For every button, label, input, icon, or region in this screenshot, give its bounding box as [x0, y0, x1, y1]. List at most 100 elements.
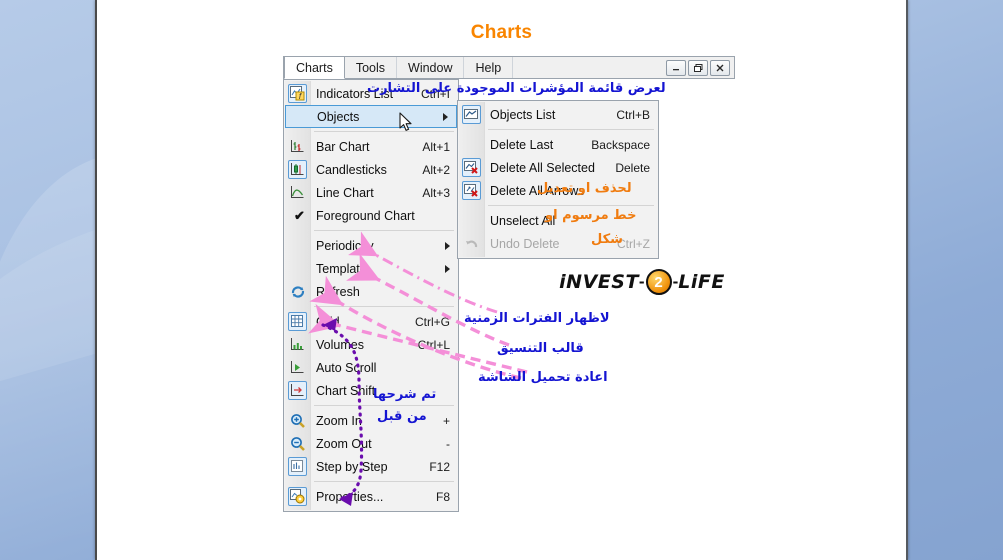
- menu-item-label: Step by Step: [316, 459, 388, 474]
- annotation-template-note: قالب التنسيق: [497, 341, 584, 356]
- menu-item-properties[interactable]: Properties... F8: [284, 485, 458, 508]
- menu-separator: [314, 230, 454, 231]
- logo-right-text: LiFE: [678, 271, 725, 293]
- annotation-explained-note-1: تم شرحها: [373, 387, 437, 402]
- menu-item-label: Bar Chart: [316, 139, 370, 154]
- application-window: Charts Tools Window Help: [283, 56, 735, 80]
- menu-item-label: Foreground Chart: [316, 208, 415, 223]
- annotation-explained-note-2: من قبل: [377, 409, 427, 424]
- submenu-item-label: Undo Delete: [490, 236, 560, 251]
- menu-item-label: Periodicity: [316, 238, 374, 253]
- menu-item-accel: Alt+3: [422, 185, 450, 200]
- minimize-button[interactable]: [666, 59, 686, 76]
- properties-icon: [288, 487, 307, 506]
- menu-item-accel: F8: [435, 489, 450, 504]
- menu-item-accel: Ctrl+L: [417, 337, 450, 352]
- menu-item-refresh[interactable]: Refresh: [284, 280, 458, 303]
- menu-item-label: Objects: [317, 109, 360, 124]
- menu-item-objects[interactable]: Objects: [285, 105, 457, 128]
- chevron-right-icon: [445, 264, 450, 273]
- logo-left-text: iNVEST: [559, 271, 639, 293]
- restore-button[interactable]: [688, 59, 708, 76]
- annotation-indicators-note: لعرض قائمة المؤشرات الموجودة على التشارت: [367, 81, 666, 96]
- delete-arrows-icon: [462, 181, 481, 200]
- menu-item-label: Line Chart: [316, 185, 374, 200]
- menu-item-label: Volumes: [316, 337, 364, 352]
- menubar-item-window[interactable]: Window: [397, 57, 465, 78]
- menubar-item-help[interactable]: Help: [464, 57, 514, 78]
- bar-chart-icon: [288, 137, 307, 156]
- delete-selected-icon: [462, 158, 481, 177]
- objects-submenu: Objects List Ctrl+B Delete Last Backspac…: [457, 100, 659, 259]
- menu-item-label: Candlesticks: [316, 162, 387, 177]
- menu-separator: [314, 131, 454, 132]
- menu-item-label: Refresh: [316, 284, 360, 299]
- submenu-item-objects-list[interactable]: Objects List Ctrl+B: [458, 103, 658, 126]
- menu-item-template[interactable]: Template: [284, 257, 458, 280]
- logo-badge: 2: [645, 269, 672, 295]
- submenu-item-delete-all-selected[interactable]: Delete All Selected Delete: [458, 156, 658, 179]
- menu-item-accel: -: [446, 436, 450, 451]
- submenu-item-label: Objects List: [490, 107, 556, 122]
- annotation-objects-note-2: خط مرسوم او: [545, 208, 637, 223]
- menu-item-volumes[interactable]: Volumes Ctrl+L: [284, 333, 458, 356]
- submenu-item-label: Delete All Selected: [490, 160, 595, 175]
- menu-item-zoom-out[interactable]: Zoom Out -: [284, 432, 458, 455]
- menu-item-line-chart[interactable]: Line Chart Alt+3: [284, 181, 458, 204]
- menu-item-label: Properties...: [316, 489, 384, 504]
- menu-item-zoom-in[interactable]: Zoom In +: [284, 409, 458, 432]
- submenu-item-delete-last[interactable]: Delete Last Backspace: [458, 133, 658, 156]
- menubar-spacer: [513, 57, 666, 78]
- submenu-item-label: Delete Last: [490, 137, 554, 152]
- menu-separator: [314, 481, 454, 482]
- menu-separator: [488, 129, 654, 130]
- step-by-step-icon: [288, 457, 307, 476]
- line-chart-icon: [288, 183, 307, 202]
- window-controls: [666, 57, 734, 78]
- candlesticks-icon: [288, 160, 307, 179]
- menu-item-label: Grid: [316, 314, 340, 329]
- close-button[interactable]: [710, 59, 730, 76]
- zoom-in-icon: [288, 411, 307, 430]
- menu-item-accel: Ctrl+G: [414, 314, 450, 329]
- undo-icon: [462, 234, 481, 253]
- indicators-list-icon: f: [288, 84, 307, 103]
- refresh-icon: [288, 282, 307, 301]
- chevron-right-icon: [443, 112, 448, 121]
- menu-item-step-by-step[interactable]: Step by Step F12: [284, 455, 458, 478]
- menu-item-label: Zoom Out: [316, 436, 372, 451]
- annotation-objects-note-3: شكل: [591, 232, 623, 247]
- invest-2-life-logo: iNVEST - 2 - LiFE: [559, 269, 725, 295]
- menu-item-label: Auto Scroll: [316, 360, 377, 375]
- submenu-item-accel: Delete: [615, 160, 650, 175]
- menu-item-auto-scroll[interactable]: Auto Scroll: [284, 356, 458, 379]
- menu-item-accel: +: [442, 413, 450, 428]
- menu-separator: [314, 306, 454, 307]
- submenu-item-accel: Ctrl+B: [616, 107, 650, 122]
- objects-list-icon: [462, 105, 481, 124]
- page-title: Charts: [470, 22, 533, 43]
- menu-item-grid[interactable]: Grid Ctrl+G: [284, 310, 458, 333]
- annotation-objects-note-1: لحذف او تعديل: [537, 181, 632, 196]
- volumes-icon: [288, 335, 307, 354]
- menu-item-periodicity[interactable]: Periodicity: [284, 234, 458, 257]
- submenu-item-accel: Backspace: [591, 137, 650, 152]
- menu-separator: [488, 205, 654, 206]
- checkmark-icon: ✔: [294, 207, 305, 223]
- menu-bar: Charts Tools Window Help: [283, 56, 735, 79]
- menu-item-accel: F12: [429, 459, 450, 474]
- menu-item-bar-chart[interactable]: Bar Chart Alt+1: [284, 135, 458, 158]
- menu-item-accel: Alt+1: [422, 139, 450, 154]
- menubar-item-tools[interactable]: Tools: [345, 57, 398, 78]
- menubar-item-charts[interactable]: Charts: [284, 57, 345, 79]
- submenu-item-undo-delete: Undo Delete Ctrl+Z: [458, 232, 658, 255]
- zoom-out-icon: [288, 434, 307, 453]
- auto-scroll-icon: [288, 358, 307, 377]
- menu-item-label: Template: [316, 261, 367, 276]
- menu-item-candlesticks[interactable]: Candlesticks Alt+2: [284, 158, 458, 181]
- chevron-right-icon: [445, 241, 450, 250]
- menu-item-foreground-chart[interactable]: ✔ Foreground Chart: [284, 204, 458, 227]
- document-page: Charts Charts Tools Window Help f Indica…: [95, 0, 908, 560]
- charts-dropdown-menu: f Indicators List Ctrl+I Objects Bar Cha…: [283, 79, 459, 512]
- chart-shift-icon: [288, 381, 307, 400]
